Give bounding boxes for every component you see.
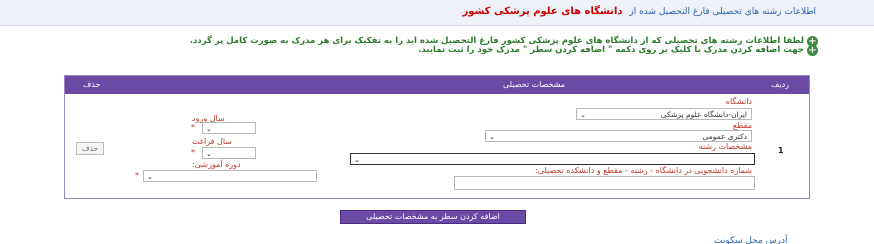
entry-year-select[interactable]: ⌄ xyxy=(202,122,256,134)
course-select[interactable]: ⌄ xyxy=(143,170,317,182)
header-university: دانشگاه های علوم پزشکی کشور xyxy=(462,6,623,17)
header-title: اطلاعات رشته های تحصیلی فارغ التحصیل شده… xyxy=(462,6,816,17)
education-table: ردیف مشخصات تحصیلی حذف 1 دانشگاه ⌄ ایران… xyxy=(64,75,810,199)
major-label: مشخصات رشته xyxy=(698,142,752,151)
header-prefix: اطلاعات رشته های تحصیلی فارغ التحصیل شده… xyxy=(629,7,816,17)
chevron-down-icon: ⌄ xyxy=(206,150,212,158)
plus-circle-icon: + xyxy=(807,45,818,56)
chevron-down-icon: ⌄ xyxy=(489,133,495,141)
degree-value: دکتری عمومی xyxy=(702,132,747,141)
grad-year-label: سال فراغت xyxy=(192,137,232,146)
chevron-down-icon: ⌄ xyxy=(147,173,153,181)
major-select[interactable]: ⌄ xyxy=(350,153,755,165)
required-mark: * xyxy=(135,171,139,180)
degree-label: مقطع xyxy=(732,121,752,130)
table-header: ردیف مشخصات تحصیلی حذف xyxy=(65,76,809,94)
page-header: اطلاعات رشته های تحصیلی فارغ التحصیل شده… xyxy=(0,0,874,26)
address-heading: آدرس محل سکونت xyxy=(714,236,788,244)
course-label: دوره آموزشی: xyxy=(192,160,241,169)
chevron-down-icon: ⌄ xyxy=(354,156,360,164)
university-label: دانشگاه xyxy=(725,97,752,106)
header-row: ردیف xyxy=(771,80,789,89)
row-number: 1 xyxy=(778,146,784,155)
student-number-input[interactable] xyxy=(454,176,755,190)
chevron-down-icon: ⌄ xyxy=(580,111,586,119)
add-row-button[interactable]: اضافه کردن سطر به مشخصات تحصیلی xyxy=(340,210,526,224)
degree-select[interactable]: ⌄ دکتری عمومی xyxy=(485,130,752,142)
grad-year-select[interactable]: ⌄ xyxy=(202,147,256,159)
required-mark: * xyxy=(191,123,195,132)
university-value: ایران-دانشگاه علوم پزشکی xyxy=(660,110,747,119)
delete-row-button[interactable]: حذف xyxy=(76,142,104,155)
chevron-down-icon: ⌄ xyxy=(206,125,212,133)
student-number-label: شماره دانشجویی در دانشگاه - رشته - مقطع … xyxy=(535,166,752,175)
university-select[interactable]: ⌄ ایران-دانشگاه علوم پزشکی xyxy=(576,108,752,120)
note-line-2: جهت اضافه کردن مدرک با کلیک بر روی دکمه … xyxy=(418,45,804,55)
required-mark: * xyxy=(191,148,195,157)
header-details: مشخصات تحصیلی xyxy=(503,80,566,89)
header-delete: حذف xyxy=(83,80,101,89)
